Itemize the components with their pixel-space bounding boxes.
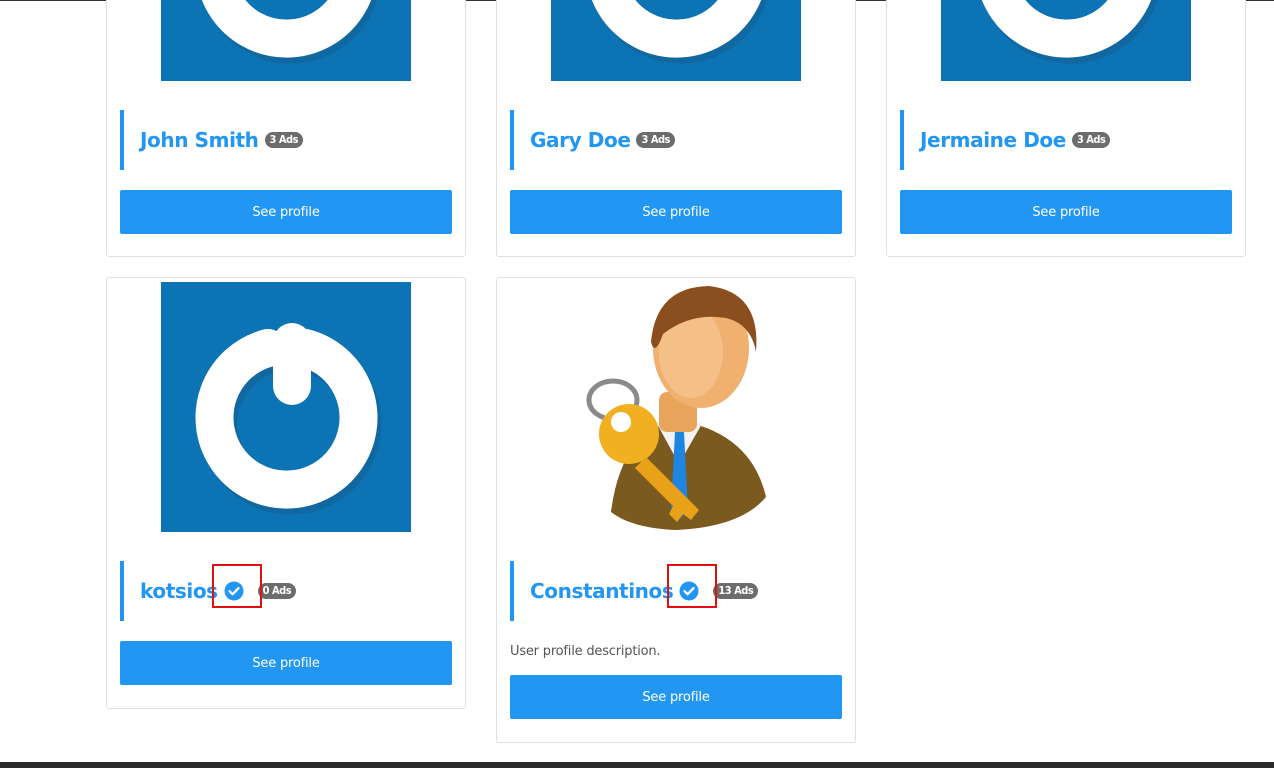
user-name-link[interactable]: Gary Doe <box>530 128 631 152</box>
name-block: John Smith 3 Ads <box>120 110 303 170</box>
user-card-jermaine-doe: Jermaine Doe 3 Ads See profile <box>886 0 1246 257</box>
footer-bar <box>0 762 1274 768</box>
user-card-kotsios: kotsios 0 Ads See profile <box>106 277 466 709</box>
power-logo-icon <box>161 0 411 81</box>
ads-count-badge: 13 Ads <box>713 583 759 599</box>
avatar[interactable] <box>551 0 801 81</box>
avatar[interactable] <box>161 282 411 532</box>
user-card-gary-doe: Gary Doe 3 Ads See profile <box>496 0 856 257</box>
user-name-link[interactable]: John Smith <box>140 128 259 152</box>
avatar[interactable] <box>941 0 1191 81</box>
ads-count-badge: 3 Ads <box>636 132 675 148</box>
user-key-icon <box>551 282 801 532</box>
power-logo-icon <box>551 0 801 81</box>
name-block: kotsios 0 Ads <box>120 561 297 621</box>
see-profile-button[interactable]: See profile <box>900 190 1232 234</box>
ads-count-badge: 3 Ads <box>1071 132 1111 148</box>
name-block: Gary Doe 3 Ads <box>510 110 675 170</box>
user-card-constantinos: Constantinos 13 Ads User profile descrip… <box>496 277 856 743</box>
see-profile-button[interactable]: See profile <box>120 641 452 685</box>
user-name-link[interactable]: Jermaine Doe <box>920 128 1066 152</box>
verified-badge <box>667 564 718 608</box>
avatar[interactable] <box>551 282 801 532</box>
user-name-link[interactable]: Constantinos <box>530 579 674 603</box>
user-description: User profile description. <box>510 644 661 659</box>
name-block: Constantinos 13 Ads <box>510 561 759 621</box>
power-logo-icon <box>941 0 1191 81</box>
ads-count-badge: 3 Ads <box>264 132 303 148</box>
verified-check-icon <box>224 581 244 601</box>
name-block: Jermaine Doe 3 Ads <box>900 110 1111 170</box>
ads-count-badge: 0 Ads <box>257 583 297 599</box>
see-profile-button[interactable]: See profile <box>510 190 842 234</box>
see-profile-button[interactable]: See profile <box>120 190 452 234</box>
avatar[interactable] <box>161 0 411 81</box>
user-card-john-smith: John Smith 3 Ads See profile <box>106 0 466 257</box>
power-logo-icon <box>161 282 411 532</box>
verified-check-icon <box>679 581 699 601</box>
see-profile-button[interactable]: See profile <box>510 675 842 719</box>
verified-badge <box>211 564 262 608</box>
user-name-link[interactable]: kotsios <box>140 579 218 603</box>
